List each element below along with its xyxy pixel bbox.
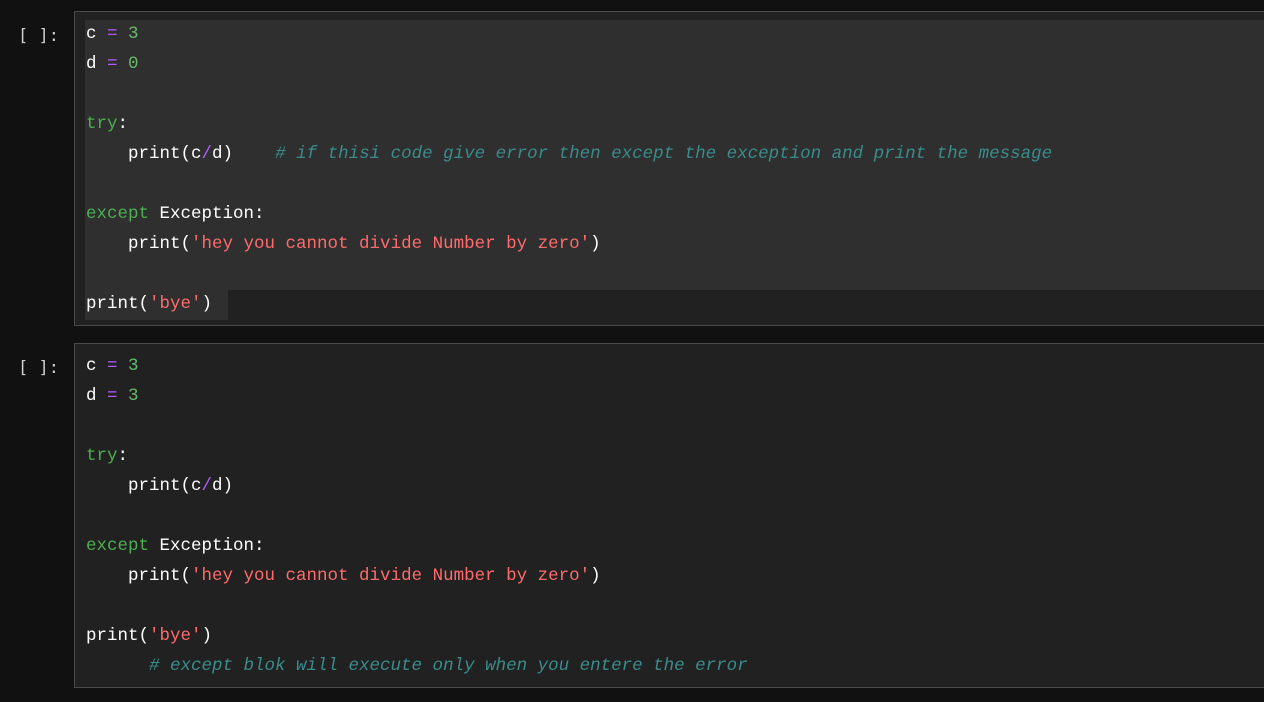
cell-prompt: [ ]: bbox=[18, 358, 59, 378]
cell-editor[interactable]: c = 3d = 3 try: print(c/d) except Except… bbox=[74, 343, 1264, 688]
code-token: try bbox=[86, 446, 118, 466]
code-token: print( bbox=[86, 626, 150, 646]
code-token: = bbox=[107, 54, 118, 74]
code-token: d bbox=[86, 386, 108, 406]
code-token: ) bbox=[201, 294, 213, 314]
code-area[interactable]: c = 3d = 3 try: print(c/d) except Except… bbox=[86, 351, 748, 681]
code-token: 0 bbox=[128, 54, 139, 74]
code-token: ) bbox=[590, 566, 601, 586]
code-token: 'bye' bbox=[149, 294, 202, 314]
code-line: print(c/d) bbox=[86, 471, 748, 501]
code-line: print('hey you cannot divide Number by z… bbox=[86, 229, 1052, 259]
code-token: 3 bbox=[128, 356, 139, 376]
code-token: print( bbox=[86, 294, 150, 314]
code-token: d) bbox=[212, 476, 234, 496]
code-line: print(c/d) # if thisi code give error th… bbox=[86, 139, 1052, 169]
cell-editor[interactable]: c = 3d = 0 try: print(c/d) # if thisi co… bbox=[74, 11, 1264, 326]
code-line: c = 3 bbox=[86, 351, 748, 381]
code-token: c bbox=[86, 24, 108, 44]
code-token: print(c bbox=[86, 144, 202, 164]
code-token: ) bbox=[590, 234, 601, 254]
code-line: d = 0 bbox=[86, 49, 1052, 79]
code-token: # except blok will execute only when you… bbox=[149, 656, 748, 676]
code-token: = bbox=[107, 386, 118, 406]
code-token: c bbox=[86, 356, 108, 376]
code-token: ) bbox=[201, 626, 213, 646]
code-token: print( bbox=[86, 566, 192, 586]
code-token: / bbox=[201, 144, 213, 164]
code-token: 'hey you cannot divide Number by zero' bbox=[191, 566, 591, 586]
code-line: print('hey you cannot divide Number by z… bbox=[86, 561, 748, 591]
code-token: / bbox=[201, 476, 213, 496]
code-token: 'hey you cannot divide Number by zero' bbox=[191, 234, 591, 254]
code-token: Exception: bbox=[149, 536, 265, 556]
code-token: = bbox=[107, 356, 118, 376]
code-cell-1[interactable]: [ ]: c = 3d = 0 try: print(c/d) # if thi… bbox=[0, 11, 1264, 326]
code-token: 'bye' bbox=[149, 626, 202, 646]
code-token: : bbox=[117, 114, 129, 134]
code-line: print('bye') bbox=[86, 621, 748, 651]
code-token: print(c bbox=[86, 476, 202, 496]
code-line: try: bbox=[86, 109, 1052, 139]
code-token: 3 bbox=[128, 24, 139, 44]
code-cell-2[interactable]: [ ]: c = 3d = 3 try: print(c/d) except E… bbox=[0, 343, 1264, 688]
code-line: try: bbox=[86, 441, 748, 471]
code-line: c = 3 bbox=[86, 19, 1052, 49]
code-line: # except blok will execute only when you… bbox=[86, 651, 748, 681]
code-line: d = 3 bbox=[86, 381, 748, 411]
code-token: # if thisi code give error then except t… bbox=[275, 144, 1053, 164]
code-line: except Exception: bbox=[86, 531, 748, 561]
notebook: [ ]: c = 3d = 0 try: print(c/d) # if thi… bbox=[0, 0, 1264, 702]
code-token: : bbox=[117, 446, 129, 466]
code-token: except bbox=[86, 204, 150, 224]
code-token: = bbox=[107, 24, 118, 44]
code-token: d) bbox=[212, 144, 276, 164]
code-line: except Exception: bbox=[86, 199, 1052, 229]
code-token: 3 bbox=[128, 386, 139, 406]
code-line: print('bye') bbox=[86, 289, 1052, 319]
code-token: d bbox=[86, 54, 108, 74]
code-token: print( bbox=[86, 234, 192, 254]
code-token: try bbox=[86, 114, 118, 134]
code-token: except bbox=[86, 536, 150, 556]
cell-prompt: [ ]: bbox=[18, 26, 59, 46]
code-token: Exception: bbox=[149, 204, 265, 224]
code-area[interactable]: c = 3d = 0 try: print(c/d) # if thisi co… bbox=[86, 19, 1052, 319]
